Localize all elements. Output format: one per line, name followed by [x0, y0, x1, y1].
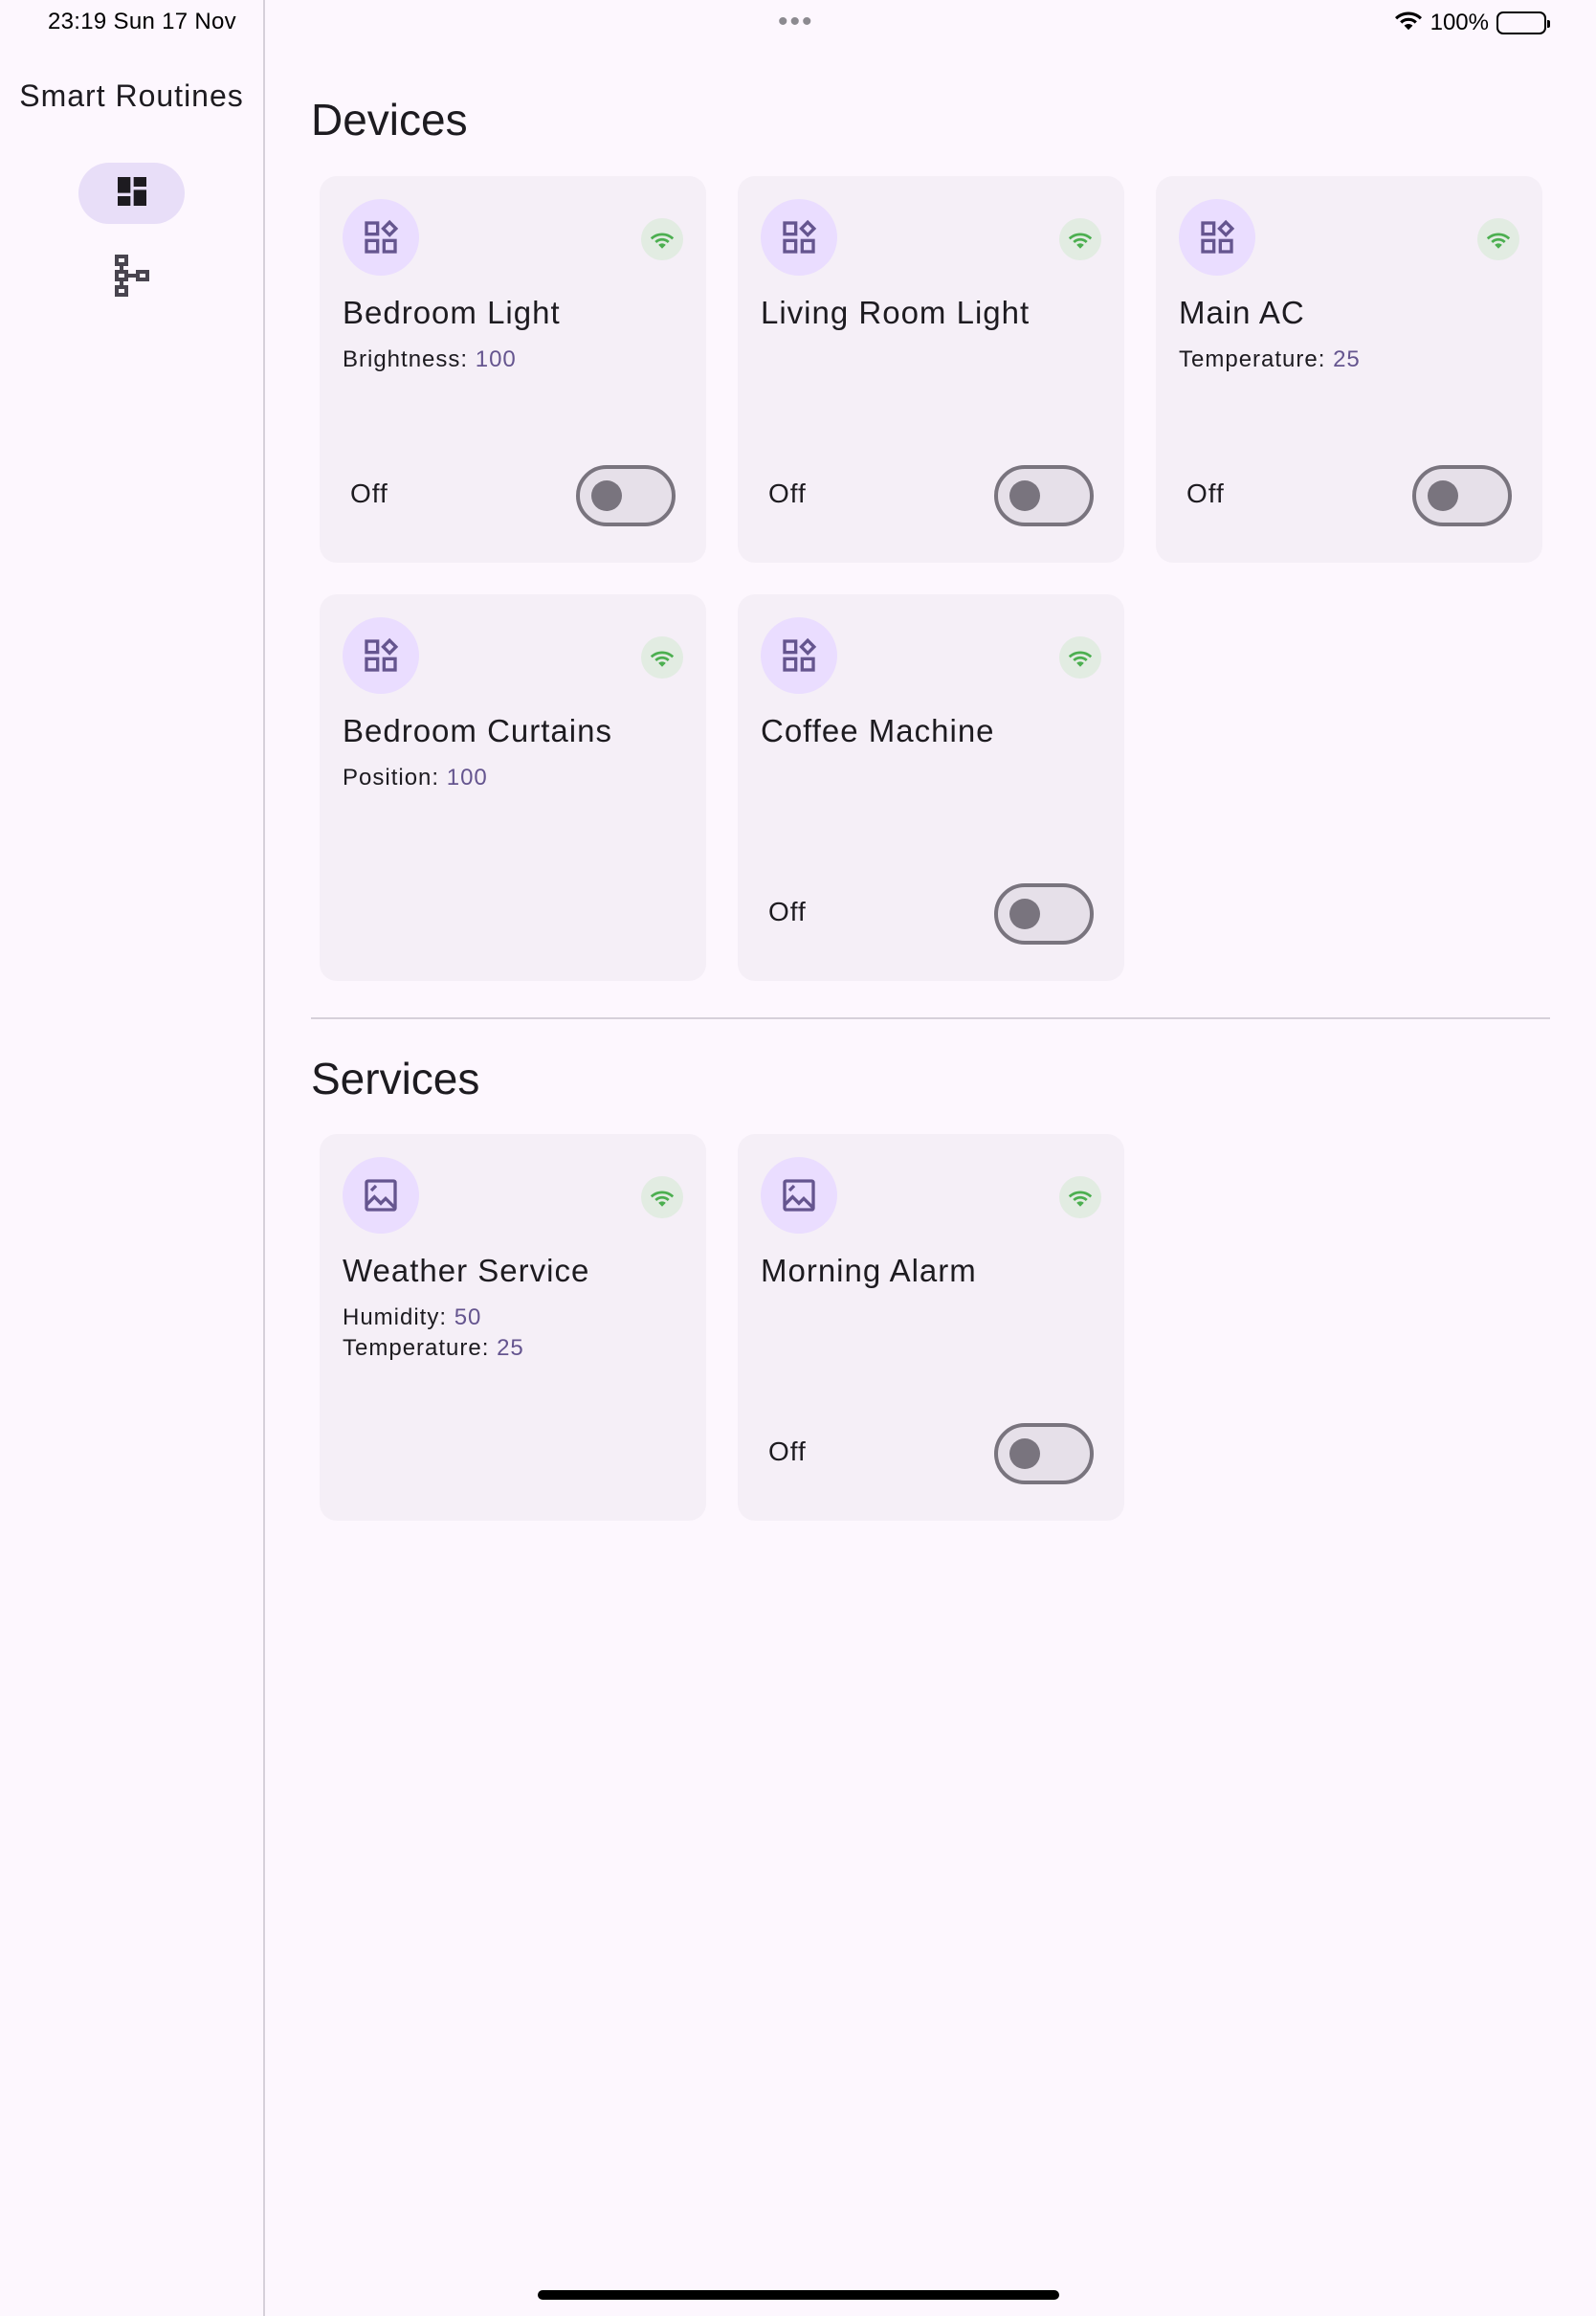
power-toggle[interactable] — [994, 1423, 1094, 1484]
card-title: Weather Service — [343, 1253, 590, 1288]
services-section-title: Services — [311, 1054, 480, 1103]
state-label: Off — [768, 479, 807, 508]
attribute-row: Humidity: 50 — [343, 1303, 524, 1333]
power-toggle[interactable] — [994, 465, 1094, 526]
attribute-row: Brightness: 100 — [343, 345, 517, 375]
state-label: Off — [768, 897, 807, 926]
state-label: Off — [768, 1436, 807, 1466]
power-toggle[interactable] — [1412, 465, 1512, 526]
widgets-icon — [761, 617, 837, 694]
attribute-value: 25 — [497, 1335, 524, 1361]
battery-icon — [1496, 11, 1550, 34]
power-toggle[interactable] — [576, 465, 676, 526]
widgets-icon — [1179, 199, 1255, 276]
card-title: Morning Alarm — [761, 1253, 977, 1288]
multitasking-dots[interactable]: ••• — [778, 6, 814, 38]
online-status-icon — [1059, 636, 1101, 679]
card-attributes: Humidity: 50 Temperature: 25 — [343, 1303, 524, 1364]
card-attributes: Brightness: 100 — [343, 345, 517, 375]
card-attributes: Temperature: 25 — [1179, 345, 1361, 375]
widgets-icon — [761, 199, 837, 276]
attribute-label: Position: — [343, 765, 447, 791]
attribute-label: Brightness: — [343, 346, 476, 372]
toggle-knob — [1428, 480, 1458, 511]
widgets-icon — [343, 199, 419, 276]
card-morning-alarm[interactable]: Morning Alarm Off — [738, 1134, 1124, 1521]
card-coffee-machine[interactable]: Coffee Machine Off — [738, 594, 1124, 981]
attribute-label: Humidity: — [343, 1304, 454, 1330]
wifi-status-icon — [1394, 8, 1423, 37]
rail-item-routines[interactable] — [78, 247, 185, 308]
navigation-rail: Smart Routines — [0, 0, 265, 2316]
section-divider — [311, 1017, 1550, 1019]
attribute-row: Temperature: 25 — [343, 1333, 524, 1364]
card-bedroom-light[interactable]: Bedroom Light Brightness: 100 Off — [320, 176, 706, 563]
card-title: Main AC — [1179, 295, 1305, 330]
widgets-icon — [343, 617, 419, 694]
app-title: Smart Routines — [19, 78, 244, 113]
card-title: Bedroom Light — [343, 295, 561, 330]
image-icon — [761, 1157, 837, 1234]
online-status-icon — [641, 636, 683, 679]
online-status-icon — [1059, 1176, 1101, 1218]
battery-percent: 100% — [1430, 9, 1489, 35]
account-tree-icon — [113, 253, 151, 303]
status-right: 100% — [1394, 8, 1550, 37]
toggle-knob — [1009, 480, 1040, 511]
power-toggle[interactable] — [994, 883, 1094, 945]
attribute-value: 50 — [454, 1304, 482, 1330]
card-bedroom-curtains[interactable]: Bedroom Curtains Position: 100 — [320, 594, 706, 981]
card-weather-service[interactable]: Weather Service Humidity: 50 Temperature: … — [320, 1134, 706, 1521]
attribute-value: 100 — [475, 346, 517, 372]
devices-section-title: Devices — [311, 95, 468, 145]
card-title: Coffee Machine — [761, 713, 995, 748]
attribute-label: Temperature: — [343, 1335, 498, 1361]
online-status-icon — [641, 1176, 683, 1218]
state-label: Off — [1186, 479, 1225, 508]
attribute-row: Temperature: 25 — [1179, 345, 1361, 375]
attribute-label: Temperature: — [1179, 346, 1334, 372]
attribute-value: 25 — [1333, 346, 1361, 372]
online-status-icon — [1477, 218, 1519, 260]
state-label: Off — [350, 479, 388, 508]
toggle-knob — [1009, 1438, 1040, 1469]
attribute-value: 100 — [446, 765, 488, 791]
card-attributes: Position: 100 — [343, 763, 488, 793]
toggle-knob — [591, 480, 622, 511]
rail-item-dashboard[interactable] — [78, 163, 185, 224]
card-title: Bedroom Curtains — [343, 713, 612, 748]
dashboard-icon — [113, 172, 151, 215]
card-main-ac[interactable]: Main AC Temperature: 25 Off — [1156, 176, 1542, 563]
online-status-icon — [1059, 218, 1101, 260]
card-title: Living Room Light — [761, 295, 1031, 330]
online-status-icon — [641, 218, 683, 260]
card-living-room-light[interactable]: Living Room Light Off — [738, 176, 1124, 563]
toggle-knob — [1009, 899, 1040, 929]
attribute-row: Position: 100 — [343, 763, 488, 793]
home-indicator[interactable] — [538, 2290, 1059, 2300]
image-icon — [343, 1157, 419, 1234]
